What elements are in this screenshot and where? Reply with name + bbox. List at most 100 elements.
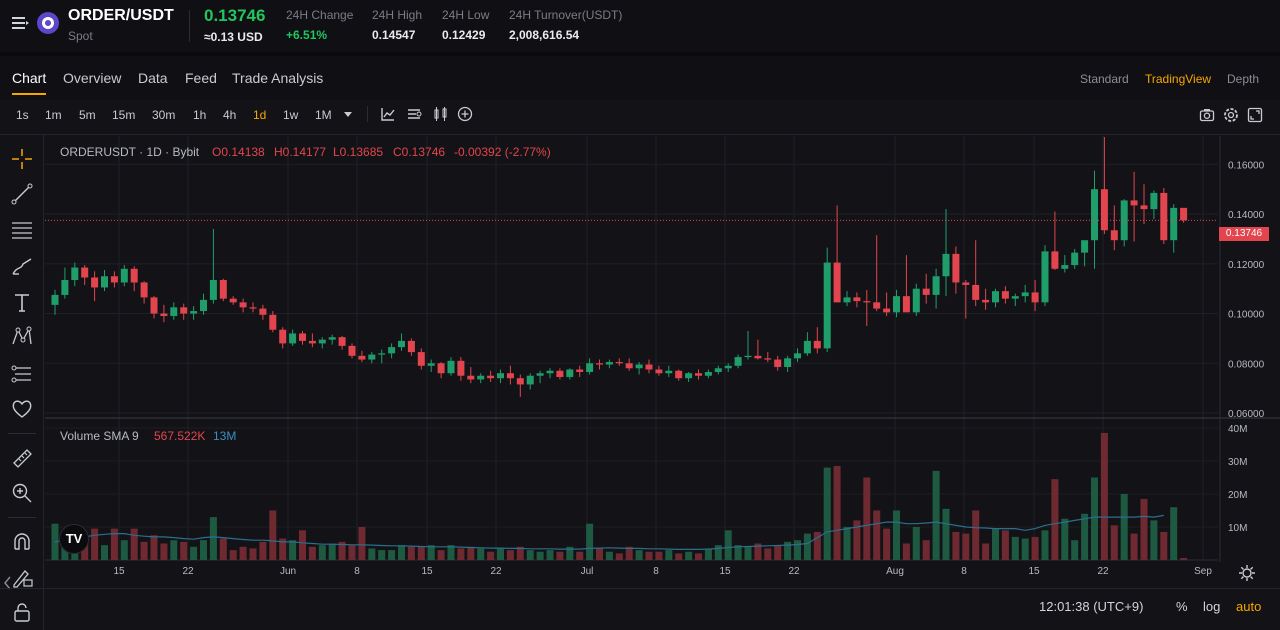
y-tick-label: 0.16000 bbox=[1228, 160, 1265, 171]
x-tick-label: Aug bbox=[886, 566, 904, 577]
candle-body bbox=[190, 311, 198, 314]
candle-body bbox=[655, 369, 663, 374]
volume-bar bbox=[1091, 477, 1098, 560]
volume-bar bbox=[477, 548, 485, 560]
volume-bar bbox=[803, 533, 811, 560]
candle-body bbox=[615, 362, 623, 364]
x-tick-label: 22 bbox=[182, 566, 194, 577]
volume-tick-label: 30M bbox=[1228, 457, 1247, 468]
x-tick-label: 8 bbox=[354, 566, 360, 577]
tab-feed[interactable]: Feed bbox=[185, 70, 217, 86]
candle-body bbox=[299, 333, 306, 341]
candle-body bbox=[843, 297, 851, 303]
volume-bar bbox=[308, 546, 316, 560]
candle-body bbox=[586, 363, 594, 372]
y-tick-label: 0.10000 bbox=[1228, 310, 1265, 321]
candlestick-chart[interactable]: 0.060000.080000.100000.120000.140000.160… bbox=[0, 100, 1280, 630]
volume-bar bbox=[299, 530, 306, 560]
view-tradingview[interactable]: TradingView bbox=[1145, 72, 1211, 86]
tab-chart[interactable]: Chart bbox=[12, 70, 46, 86]
auto-toggle[interactable]: auto bbox=[1236, 599, 1261, 614]
scale-settings-icon[interactable] bbox=[1238, 564, 1256, 582]
candle-body bbox=[625, 363, 633, 369]
candle-body bbox=[1011, 296, 1019, 299]
stat-change-value: +6.51% bbox=[286, 28, 328, 42]
candle-body bbox=[962, 282, 970, 285]
candle-body bbox=[417, 352, 425, 366]
volume-bar bbox=[952, 531, 960, 560]
volume-bar bbox=[922, 540, 930, 560]
candle-body bbox=[398, 340, 405, 348]
tab-trade-analysis[interactable]: Trade Analysis bbox=[232, 70, 323, 86]
candle-body bbox=[1180, 207, 1188, 221]
candle-body bbox=[447, 360, 455, 374]
volume-bar bbox=[635, 550, 643, 560]
volume-legend-name: Volume SMA 9 bbox=[60, 429, 139, 443]
candle-body bbox=[695, 373, 702, 376]
volume-bar bbox=[259, 541, 267, 560]
volume-tick-label: 40M bbox=[1228, 424, 1247, 435]
volume-bar bbox=[358, 527, 366, 560]
percent-toggle[interactable]: % bbox=[1176, 599, 1188, 614]
clock-time[interactable]: 12:01:38 (UTC+9) bbox=[1039, 599, 1143, 614]
volume-bar bbox=[150, 535, 158, 560]
volume-bar bbox=[120, 540, 128, 560]
candle-body bbox=[942, 253, 950, 277]
usd-price: ≈0.13 USD bbox=[204, 30, 263, 44]
menu-icon[interactable] bbox=[12, 15, 30, 31]
volume-bar bbox=[328, 543, 336, 560]
chart-area: 1s 1m 5m 15m 30m 1h 4h 1d 1w 1M 0.06000 … bbox=[0, 100, 1280, 630]
tab-active-indicator bbox=[12, 93, 46, 95]
volume-bar bbox=[873, 510, 881, 560]
volume-bar bbox=[1110, 525, 1118, 560]
candle-body bbox=[556, 370, 564, 377]
volume-bar bbox=[665, 550, 673, 560]
volume-bar bbox=[229, 550, 237, 560]
volume-bar bbox=[982, 543, 990, 560]
candle-body bbox=[665, 370, 673, 374]
volume-bar bbox=[1031, 536, 1039, 560]
candle-body bbox=[813, 340, 821, 349]
y-tick-label: 0.14000 bbox=[1228, 210, 1265, 221]
candle-body bbox=[467, 375, 475, 380]
volume-bar bbox=[378, 550, 386, 560]
volume-bar bbox=[348, 545, 356, 560]
pair-name[interactable]: ORDER/USDT bbox=[68, 7, 174, 25]
volume-bar bbox=[1130, 533, 1138, 560]
tab-overview[interactable]: Overview bbox=[63, 70, 121, 86]
volume-bar bbox=[457, 548, 465, 560]
volume-bar bbox=[685, 551, 693, 560]
candle-body bbox=[1051, 251, 1059, 269]
candle-body bbox=[992, 291, 999, 303]
tab-data[interactable]: Data bbox=[138, 70, 168, 86]
view-depth[interactable]: Depth bbox=[1227, 72, 1259, 86]
volume-bar bbox=[526, 550, 534, 560]
legend-close: C0.13746 bbox=[393, 145, 446, 159]
volume-bar bbox=[774, 545, 782, 560]
candle-body bbox=[1140, 205, 1148, 210]
candle-body bbox=[645, 364, 653, 370]
volume-bar bbox=[239, 546, 247, 560]
candle-body bbox=[1160, 192, 1168, 241]
candle-body bbox=[863, 301, 871, 303]
divider bbox=[189, 10, 190, 42]
volume-bar bbox=[1051, 479, 1059, 560]
x-tick-label: 22 bbox=[1097, 566, 1109, 577]
current-price-tag: 0.13746 bbox=[1219, 227, 1269, 241]
candle-body bbox=[536, 373, 544, 376]
candle-body bbox=[576, 369, 584, 372]
view-standard[interactable]: Standard bbox=[1080, 72, 1129, 86]
tradingview-logo[interactable]: TV bbox=[59, 524, 89, 554]
volume-bar bbox=[1011, 536, 1019, 560]
volume-bar bbox=[1150, 520, 1158, 560]
volume-bar bbox=[863, 477, 871, 560]
candle-body bbox=[1150, 192, 1158, 210]
log-toggle[interactable]: log bbox=[1203, 599, 1220, 614]
volume-bar bbox=[388, 550, 396, 560]
volume-bar bbox=[1140, 498, 1148, 560]
last-price: 0.13746 bbox=[204, 6, 266, 25]
volume-bar bbox=[180, 541, 188, 560]
volume-bar bbox=[992, 528, 999, 560]
candle-body bbox=[51, 294, 59, 305]
candle-body bbox=[101, 276, 108, 288]
